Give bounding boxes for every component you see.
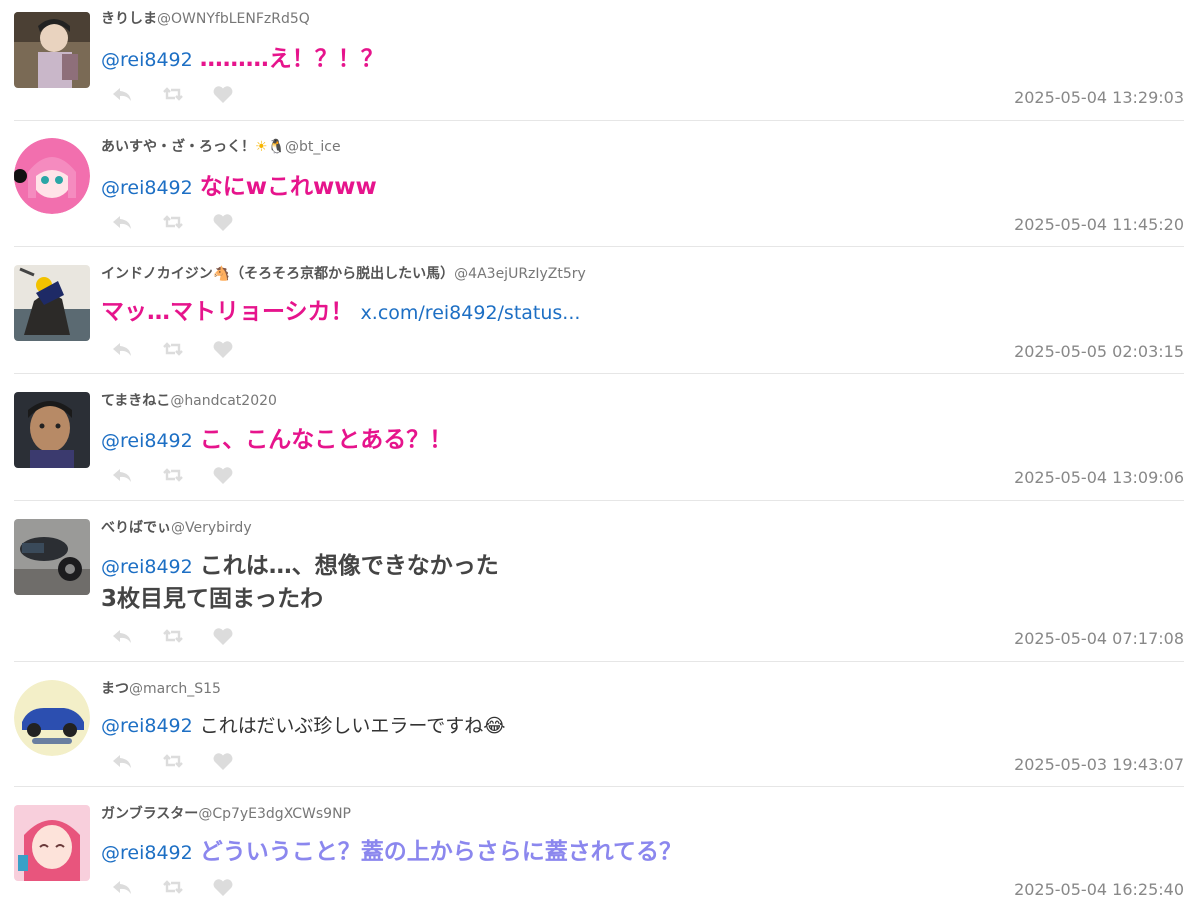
reply-list: きりしま@OWNYfbLENFzRd5Q @rei8492 ………え！？！？ 2…: [0, 0, 1200, 907]
retweet-icon[interactable]: [161, 624, 185, 648]
avatar[interactable]: [14, 392, 90, 468]
reply-text: ………え！？！？: [199, 46, 384, 72]
display-name[interactable]: べりばでぃ: [101, 520, 171, 536]
horse-emoji-icon: 🐴: [212, 266, 231, 282]
mention-link[interactable]: @rei8492: [101, 556, 193, 578]
tweet-item: きりしま@OWNYfbLENFzRd5Q @rei8492 ………え！？！？ 2…: [14, 11, 1184, 121]
tweet-item: ガンブラスター@Cp7yE3dgXCWs9NP @rei8492 どういうこと？…: [14, 805, 1184, 905]
retweet-icon[interactable]: [161, 82, 185, 106]
tweet-item: インドノカイジン🐴（そろそろ京都から脱出したい馬）@4A3ejURzIyZt5r…: [14, 265, 1184, 374]
like-icon[interactable]: [211, 82, 235, 106]
display-name[interactable]: ガンブラスター: [101, 806, 198, 822]
timestamp[interactable]: 2025-05-04 16:25:40: [1014, 880, 1184, 899]
reply-text: これは…、想像できなかった: [199, 553, 499, 579]
divider: [14, 246, 1184, 247]
reply-text: こ、こんなことある？！: [199, 427, 453, 453]
like-icon[interactable]: [211, 210, 235, 234]
timestamp[interactable]: 2025-05-05 02:03:15: [1014, 342, 1184, 361]
timestamp[interactable]: 2025-05-04 13:29:03: [1014, 88, 1184, 107]
timestamp[interactable]: 2025-05-04 13:09:06: [1014, 468, 1184, 487]
timestamp[interactable]: 2025-05-04 11:45:20: [1014, 215, 1184, 234]
timestamp[interactable]: 2025-05-04 07:17:08: [1014, 629, 1184, 648]
timestamp[interactable]: 2025-05-03 19:43:07: [1014, 755, 1184, 774]
mention-link[interactable]: @rei8492: [101, 430, 193, 452]
divider: [14, 120, 1184, 121]
tweet-text: @rei8492 ………え！？！？: [101, 43, 384, 76]
reply-icon[interactable]: [110, 337, 134, 361]
avatar[interactable]: [14, 680, 90, 756]
reply-icon[interactable]: [110, 463, 134, 487]
user-handle[interactable]: @Verybirdy: [171, 520, 252, 536]
laughing-emoji-icon: 😂: [483, 715, 506, 737]
tweet-item: まつ@march_S15 @rei8492 これはだいぶ珍しいエラーですね😂 2…: [14, 680, 1184, 787]
divider: [14, 661, 1184, 662]
display-name[interactable]: インドノカイジン: [101, 266, 213, 282]
like-icon[interactable]: [211, 624, 235, 648]
user-handle[interactable]: @Cp7yE3dgXCWs9NP: [198, 806, 351, 822]
avatar[interactable]: [14, 138, 90, 214]
reply-icon[interactable]: [110, 210, 134, 234]
reply-icon[interactable]: [110, 749, 134, 773]
like-icon[interactable]: [211, 875, 235, 899]
user-handle[interactable]: @march_S15: [129, 681, 221, 697]
retweet-icon[interactable]: [161, 337, 185, 361]
avatar[interactable]: [14, 265, 90, 341]
display-name[interactable]: あいすや・ざ・ろっく！: [101, 139, 255, 155]
reply-text: これはだいぶ珍しいエラーですね: [199, 715, 484, 737]
reply-text: マッ…マトリョーシカ！: [101, 299, 354, 325]
tweet-item: あいすや・ざ・ろっく！☀🐧@bt_ice @rei8492 なにwこれwww 2…: [14, 138, 1184, 247]
user-handle[interactable]: @bt_ice: [285, 139, 341, 155]
tweet-text: @rei8492 こ、こんなことある？！: [101, 424, 452, 457]
display-name[interactable]: きりしま: [101, 11, 157, 27]
tweet-text: @rei8492 どういうこと？蓋の上からさらに蓋されてる？: [101, 836, 682, 869]
tweet-text: @rei8492 これは…、想像できなかった: [101, 550, 499, 583]
retweet-icon[interactable]: [161, 749, 185, 773]
reply-text-line-2: 3枚目見て固まったわ: [101, 586, 324, 612]
like-icon[interactable]: [211, 463, 235, 487]
sun-emoji-icon: ☀: [255, 139, 268, 155]
divider: [14, 786, 1184, 787]
divider: [14, 373, 1184, 374]
divider: [14, 500, 1184, 501]
tweet-text-line-2: 3枚目見て固まったわ: [101, 583, 323, 616]
tweet-item: てまきねこ@handcat2020 @rei8492 こ、こんなことある？！ 2…: [14, 392, 1184, 501]
tweet-text: @rei8492 これはだいぶ珍しいエラーですね😂: [101, 710, 505, 742]
display-name[interactable]: てまきねこ: [101, 393, 170, 409]
tweet-text: マッ…マトリョーシカ！ x.com/rei8492/status...: [101, 296, 580, 329]
retweet-icon[interactable]: [161, 210, 185, 234]
mention-link[interactable]: @rei8492: [101, 842, 193, 864]
mention-link[interactable]: @rei8492: [101, 49, 193, 71]
mention-link[interactable]: @rei8492: [101, 715, 193, 737]
reply-icon[interactable]: [110, 875, 134, 899]
display-name-suffix[interactable]: （そろそろ京都から脱出したい馬）: [230, 266, 454, 282]
mention-link[interactable]: @rei8492: [101, 177, 193, 199]
retweet-icon[interactable]: [161, 875, 185, 899]
reply-icon[interactable]: [110, 624, 134, 648]
penguin-emoji-icon: 🐧: [267, 139, 285, 155]
user-handle[interactable]: @OWNYfbLENFzRd5Q: [157, 11, 310, 27]
reply-text: どういうこと？蓋の上からさらに蓋されてる？: [199, 839, 683, 865]
avatar[interactable]: [14, 12, 90, 88]
tweet-text: @rei8492 なにwこれwww: [101, 171, 377, 204]
avatar[interactable]: [14, 805, 90, 881]
retweet-icon[interactable]: [161, 463, 185, 487]
user-handle[interactable]: @4A3ejURzIyZt5ry: [454, 266, 586, 282]
status-link[interactable]: x.com/rei8492/status...: [361, 302, 581, 324]
like-icon[interactable]: [211, 337, 235, 361]
user-handle[interactable]: @handcat2020: [170, 393, 277, 409]
reply-icon[interactable]: [110, 82, 134, 106]
like-icon[interactable]: [211, 749, 235, 773]
avatar[interactable]: [14, 519, 90, 595]
display-name[interactable]: まつ: [101, 681, 129, 697]
tweet-item: べりばでぃ@Verybirdy @rei8492 これは…、想像できなかった 3…: [14, 519, 1184, 662]
reply-text: なにwこれwww: [199, 174, 377, 200]
